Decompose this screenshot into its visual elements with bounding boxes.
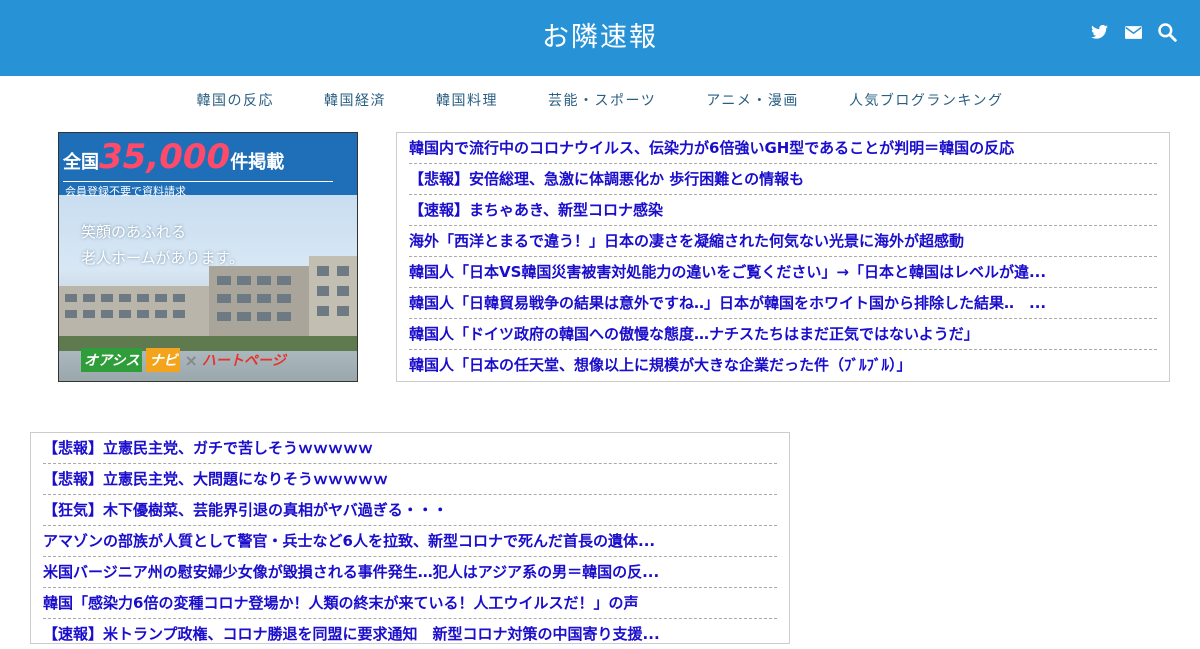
article-link[interactable]: 韓国人「日本の任天堂、想像以上に規模が大きな企業だった件（ﾌﾞﾙﾌﾞﾙ）」	[409, 350, 1157, 380]
heartpage-logo: ハートページ	[201, 353, 286, 369]
ad-prefix: 全国	[63, 152, 99, 173]
header-icons	[1088, 20, 1178, 44]
site-title[interactable]: お隣速報	[0, 0, 1200, 76]
oasis-logo: オアシス	[81, 348, 143, 372]
article-link[interactable]: 【悲報】安倍総理、急激に体調悪化か 歩行困難との情報も	[409, 164, 1157, 195]
building-illustration	[59, 256, 357, 351]
nav-item-entertainment-sports[interactable]: 芸能・スポーツ	[523, 90, 681, 110]
article-link[interactable]: 【速報】米トランプ政権、コロナ勝退を同盟に要求通知 新型コロナ対策の中国寄り支援…	[43, 619, 777, 649]
ad-headline: 全国35,000件掲載	[63, 137, 284, 177]
ad-banner[interactable]: 全国35,000件掲載 会員登録不要で資料請求 笑顔のあふれる 老人ホームがあり…	[58, 132, 358, 382]
article-link[interactable]: 【悲報】立憲民主党、大問題になりそうｗｗｗｗｗ	[43, 464, 777, 495]
mail-icon[interactable]	[1122, 21, 1144, 43]
nav-item-korea-food[interactable]: 韓国料理	[411, 90, 523, 110]
twitter-icon[interactable]	[1088, 21, 1110, 43]
nav-item-korea-reaction[interactable]: 韓国の反応	[171, 90, 299, 110]
navi-logo: ナビ	[146, 348, 181, 372]
nav-item-korea-economy[interactable]: 韓国経済	[299, 90, 411, 110]
nav-item-anime-manga[interactable]: アニメ・漫画	[681, 90, 824, 110]
site-header: お隣速報	[0, 0, 1200, 76]
main-nav: 韓国の反応 韓国経済 韓国料理 芸能・スポーツ アニメ・漫画 人気ブログランキン…	[0, 76, 1200, 124]
ad-number: 35,000	[99, 137, 231, 177]
nav-item-blog-ranking[interactable]: 人気ブログランキング	[824, 90, 1029, 110]
article-link[interactable]: 海外「西洋とまるで違う！」日本の凄さを凝縮された何気ない光景に海外が超感動	[409, 226, 1157, 257]
article-link[interactable]: 韓国内で流行中のコロナウイルス、伝染力が6倍強いGH型であることが判明＝韓国の反…	[409, 133, 1157, 164]
article-link[interactable]: 韓国人「ドイツ政府の韓国への傲慢な態度…ナチスたちはまだ正気ではないようだ」	[409, 319, 1157, 350]
top-links-box: 韓国内で流行中のコロナウイルス、伝染力が6倍強いGH型であることが判明＝韓国の反…	[396, 132, 1170, 382]
ad-divider	[63, 181, 333, 182]
bottom-links-box: 【悲報】立憲民主党、ガチで苦しそうｗｗｗｗｗ 【悲報】立憲民主党、大問題になりそ…	[30, 432, 790, 644]
article-link[interactable]: 【悲報】立憲民主党、ガチで苦しそうｗｗｗｗｗ	[43, 433, 777, 464]
ad-logos: オアシス ナビ × ハートページ	[81, 347, 286, 373]
article-link[interactable]: 【狂気】木下優樹菜、芸能界引退の真相がヤバ過ぎる・・・	[43, 495, 777, 526]
search-icon[interactable]	[1156, 21, 1178, 43]
article-link[interactable]: 米国バージニア州の慰安婦少女像が毀損される事件発生…犯人はアジア系の男＝韓国の反…	[43, 557, 777, 588]
article-link[interactable]: 韓国「感染力6倍の変種コロナ登場か！人類の終末が来ている！人工ウイルスだ！」の声	[43, 588, 777, 619]
article-link[interactable]: 韓国人「日本VS韓国災害被害対処能力の違いをご覧ください」→「日本と韓国はレベル…	[409, 257, 1157, 288]
logo-separator: ×	[184, 350, 198, 370]
article-link[interactable]: 【速報】まちゃあき、新型コロナ感染	[409, 195, 1157, 226]
ad-body-line: 笑顔のあふれる	[81, 223, 187, 241]
article-link[interactable]: アマゾンの部族が人質として警官・兵士など6人を拉致、新型コロナで死んだ首長の遺体…	[43, 526, 777, 557]
ad-suffix: 件掲載	[230, 152, 285, 173]
article-link[interactable]: 韓国人「日韓貿易戦争の結果は意外ですね‥」日本が韓国をホワイト国から排除した結果…	[409, 288, 1157, 319]
ad-subtext: 会員登録不要で資料請求	[65, 185, 186, 198]
